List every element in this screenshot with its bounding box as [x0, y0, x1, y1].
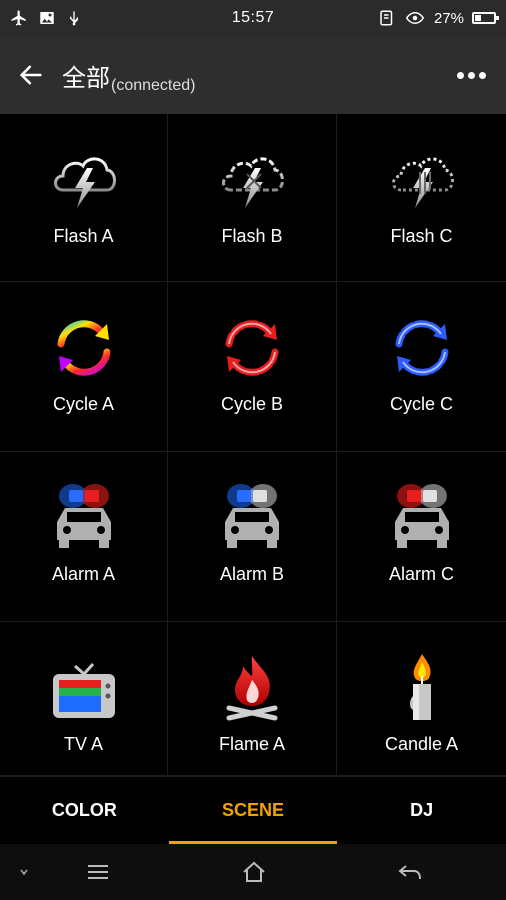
scene-flash-b[interactable]: Flash B	[168, 114, 337, 282]
nav-back-button[interactable]	[360, 844, 460, 900]
cycle-a-icon	[57, 320, 110, 376]
mode-tab-bar: COLOR SCENE DJ	[0, 776, 506, 844]
alarm-c-icon	[394, 484, 449, 548]
scene-alarm-b[interactable]: Alarm B	[168, 452, 337, 622]
nav-home-button[interactable]	[148, 844, 360, 900]
nav-collapse-button[interactable]	[0, 844, 48, 900]
more-options-button[interactable]	[436, 36, 506, 114]
nav-menu-button[interactable]	[48, 844, 148, 900]
tab-color[interactable]: COLOR	[0, 777, 169, 844]
alarm-a-icon	[56, 484, 111, 548]
app-bar: 全部 (connected)	[0, 36, 506, 114]
scene-flash-a[interactable]: Flash A	[0, 114, 168, 282]
chevron-down-icon	[20, 869, 28, 876]
scene-label: Cycle B	[220, 394, 283, 414]
menu-icon	[88, 865, 108, 879]
scene-cycle-a[interactable]: Cycle A	[0, 282, 168, 452]
scene-label: Cycle A	[52, 394, 115, 414]
tab-dj[interactable]: DJ	[337, 777, 506, 844]
page-title: 全部 (connected)	[62, 58, 436, 94]
cycle-b-icon	[225, 320, 279, 376]
flash-a-icon	[53, 157, 116, 208]
scene-candle-a[interactable]: Candle A	[337, 622, 506, 776]
airplane-icon	[11, 10, 26, 26]
eye-icon	[405, 11, 425, 25]
scene-label: Candle A	[384, 734, 459, 754]
scene-grid: Flash A Flash B Flash C Cycle A Cycle B …	[0, 114, 506, 776]
candle-icon	[409, 654, 431, 720]
back-button[interactable]	[0, 36, 62, 114]
cycle-c-icon	[395, 320, 448, 376]
flash-c-icon	[391, 157, 454, 208]
more-dot	[478, 71, 486, 79]
status-left-icons	[10, 9, 170, 27]
status-bar: 15:57 27%	[0, 0, 506, 36]
more-dot	[467, 71, 475, 79]
page-title-status: (connected)	[111, 76, 196, 94]
scene-cycle-b[interactable]: Cycle B	[168, 282, 337, 452]
scene-alarm-a[interactable]: Alarm A	[0, 452, 168, 622]
battery-icon	[472, 12, 499, 24]
scene-cycle-c[interactable]: Cycle C	[337, 282, 506, 452]
flame-icon	[226, 656, 278, 721]
alarm-b-icon	[225, 484, 279, 548]
flash-b-icon	[222, 157, 284, 208]
scene-alarm-c[interactable]: Alarm C	[337, 452, 506, 622]
scene-label: Flash A	[53, 226, 114, 246]
scene-label: Flame A	[218, 734, 286, 754]
status-right-icons: 27%	[336, 9, 499, 27]
page-title-main: 全部	[62, 64, 110, 92]
battery-percent: 27%	[433, 9, 464, 27]
tv-icon	[52, 662, 115, 718]
nfc-icon	[380, 10, 393, 26]
scene-label: Alarm C	[388, 564, 454, 584]
tab-scene[interactable]: SCENE	[168, 777, 338, 844]
scene-label: Flash B	[221, 226, 283, 246]
scene-label: Cycle C	[389, 394, 453, 414]
scene-flame-a[interactable]: Flame A	[168, 622, 337, 776]
home-icon	[243, 861, 265, 882]
more-dot	[456, 71, 464, 79]
scene-label: Flash C	[390, 226, 453, 246]
scene-flash-c[interactable]: Flash C	[337, 114, 506, 282]
scene-label: Alarm A	[51, 564, 116, 584]
image-icon	[40, 12, 54, 24]
scene-label: Alarm B	[219, 564, 284, 584]
arrow-left-icon	[19, 65, 42, 85]
usb-icon	[70, 11, 78, 26]
status-time: 15:57	[231, 9, 275, 26]
back-icon	[398, 865, 421, 880]
scene-tv-a[interactable]: TV A	[0, 622, 168, 776]
system-nav-bar	[0, 844, 506, 900]
scene-label: TV A	[63, 734, 103, 754]
